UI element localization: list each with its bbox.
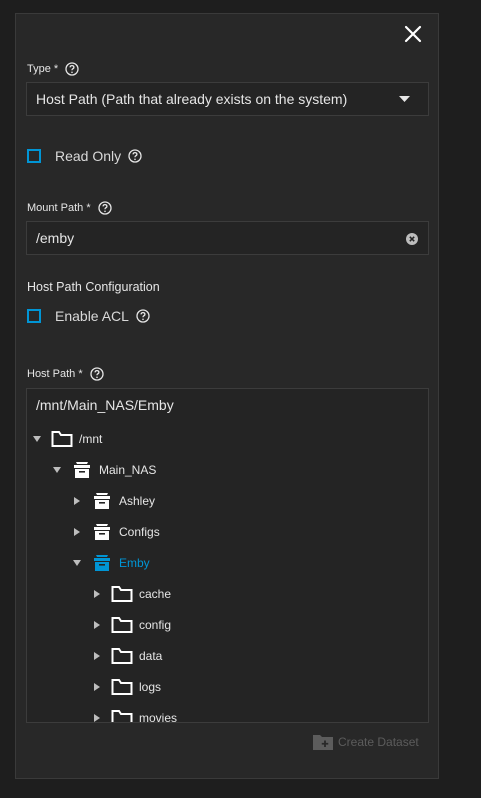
host-path-value: /mnt/Main_NAS/Emby <box>36 396 174 413</box>
tree-node-label: Ashley <box>119 494 156 508</box>
tree-node-logs[interactable]: logs <box>93 677 161 697</box>
tree-node-mnt[interactable]: /mnt <box>33 429 102 449</box>
enable-acl-checkbox[interactable] <box>27 309 41 323</box>
folder-icon <box>111 648 133 664</box>
folder-icon <box>111 710 133 722</box>
help-icon[interactable] <box>97 201 112 215</box>
tree-node-label: config <box>139 618 172 632</box>
host-path-label: Host Path * <box>27 368 83 380</box>
tree-node-config[interactable]: config <box>93 615 171 635</box>
host-path-label-row: Host Path * <box>27 367 104 381</box>
dropdown-arrow-icon <box>399 96 410 102</box>
expanded-arrow-icon[interactable] <box>73 559 81 567</box>
mount-path-input[interactable]: /emby <box>26 221 429 255</box>
mount-path-value: /emby <box>36 230 75 246</box>
close-icon[interactable] <box>403 24 423 44</box>
help-icon[interactable] <box>65 62 79 76</box>
directory-tree: /mnt Main_NAS Ashley Configs Emby cache … <box>26 420 429 723</box>
enable-acl-label: Enable ACL <box>55 308 129 324</box>
collapsed-arrow-icon[interactable] <box>93 714 101 722</box>
folder-icon <box>111 679 133 695</box>
tree-node-label: logs <box>139 680 162 694</box>
tree-node-label: Main_NAS <box>99 463 157 477</box>
dataset-icon <box>74 462 90 478</box>
create-dataset-label: Create Dataset <box>338 735 419 749</box>
create-dataset-button[interactable]: Create Dataset <box>313 734 419 750</box>
help-icon[interactable] <box>89 367 104 381</box>
read-only-checkbox[interactable] <box>27 149 41 163</box>
tree-node-data[interactable]: data <box>93 646 162 666</box>
expanded-arrow-icon[interactable] <box>33 435 41 443</box>
tree-node-emby[interactable]: Emby <box>73 553 150 573</box>
dataset-icon <box>94 555 110 571</box>
mount-path-label-row: Mount Path * <box>27 201 112 215</box>
host-path-input[interactable]: /mnt/Main_NAS/Emby <box>26 388 429 421</box>
tree-node-label: /mnt <box>79 432 103 446</box>
folder-icon <box>111 617 133 633</box>
tree-node-label: cache <box>139 587 172 601</box>
tree-node-movies[interactable]: movies <box>93 708 178 723</box>
type-label-row: Type * <box>27 62 79 76</box>
collapsed-arrow-icon[interactable] <box>93 652 101 660</box>
section-title: Host Path Configuration <box>27 280 160 294</box>
read-only-label: Read Only <box>55 148 122 164</box>
tree-node-ashley[interactable]: Ashley <box>73 491 155 511</box>
tree-node-label: Emby <box>119 556 150 570</box>
read-only-row: Read Only <box>27 148 142 164</box>
type-select[interactable]: Host Path (Path that already exists on t… <box>26 82 429 116</box>
type-label: Type * <box>27 63 59 75</box>
expanded-arrow-icon[interactable] <box>53 466 61 474</box>
tree-node-label: data <box>139 649 163 663</box>
type-select-value: Host Path (Path that already exists on t… <box>36 91 348 107</box>
tree-node-main-nas[interactable]: Main_NAS <box>53 460 156 480</box>
enable-acl-row: Enable ACL <box>27 308 150 324</box>
dataset-icon <box>94 524 110 540</box>
folder-icon <box>51 431 73 447</box>
collapsed-arrow-icon[interactable] <box>93 621 101 629</box>
collapsed-arrow-icon[interactable] <box>93 590 101 598</box>
tree-node-cache[interactable]: cache <box>93 584 171 604</box>
tree-node-label: movies <box>139 711 178 723</box>
tree-node-label: Configs <box>119 525 160 539</box>
create-folder-icon <box>313 735 333 750</box>
clear-icon[interactable] <box>406 233 418 245</box>
collapsed-arrow-icon[interactable] <box>73 497 81 505</box>
help-icon[interactable] <box>136 309 150 323</box>
dataset-icon <box>94 493 110 509</box>
mount-path-label: Mount Path * <box>27 202 91 214</box>
tree-node-configs[interactable]: Configs <box>73 522 160 542</box>
collapsed-arrow-icon[interactable] <box>93 683 101 691</box>
help-icon[interactable] <box>128 149 142 163</box>
folder-icon <box>111 586 133 602</box>
collapsed-arrow-icon[interactable] <box>73 528 81 536</box>
